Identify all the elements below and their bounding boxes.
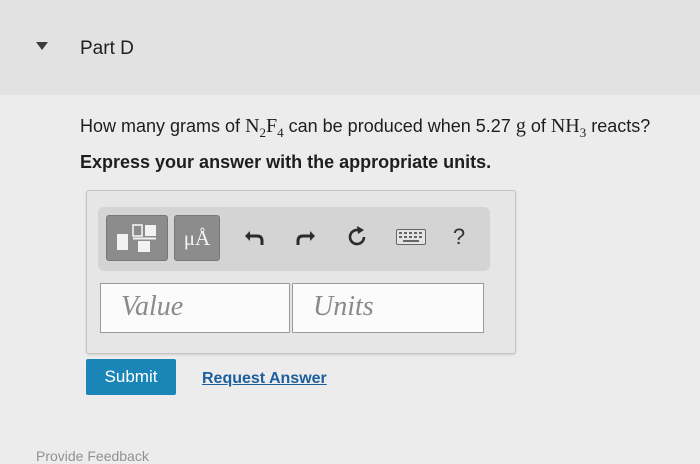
help-button[interactable]: ?	[442, 215, 476, 259]
keyboard-icon	[396, 229, 426, 245]
product-formula: N2F4	[245, 115, 284, 140]
redo-icon	[296, 231, 315, 245]
keyboard-button[interactable]	[392, 215, 430, 259]
question-text: How many grams of N2F4 can be produced w…	[80, 115, 650, 141]
request-answer-link[interactable]: Request Answer	[202, 370, 327, 388]
provide-feedback-link[interactable]: Provide Feedback	[36, 448, 149, 464]
reactant-element: NH	[550, 115, 580, 137]
question-suffix: reacts?	[586, 116, 651, 136]
reset-button[interactable]	[340, 215, 374, 259]
question-middle2: of	[525, 116, 551, 136]
submit-button[interactable]: Submit	[86, 359, 176, 395]
help-icon: ?	[452, 224, 466, 249]
question-middle: can be produced when 5.27	[283, 116, 516, 136]
mass-unit: g	[515, 115, 526, 137]
question-prefix: How many grams of	[80, 116, 246, 136]
part-title: Part D	[80, 38, 134, 59]
reset-icon	[348, 226, 366, 246]
units-icon: μÅ	[183, 225, 211, 250]
product-element-f: F	[266, 115, 278, 137]
value-input[interactable]: Value	[100, 283, 290, 333]
units-input[interactable]: Units	[292, 283, 484, 333]
redo-button[interactable]	[288, 215, 322, 259]
product-element-n: N	[245, 115, 260, 137]
templates-button[interactable]	[106, 215, 168, 261]
answer-instruction: Express your answer with the appropriate…	[80, 152, 492, 172]
math-toolbar: μÅ ?	[98, 207, 490, 271]
units-button[interactable]: μÅ	[174, 215, 220, 261]
undo-button[interactable]	[238, 215, 272, 259]
templates-icon	[117, 224, 156, 252]
undo-icon	[245, 231, 264, 245]
caret-down-icon[interactable]	[36, 42, 48, 50]
reactant-formula: NH3	[550, 115, 586, 140]
